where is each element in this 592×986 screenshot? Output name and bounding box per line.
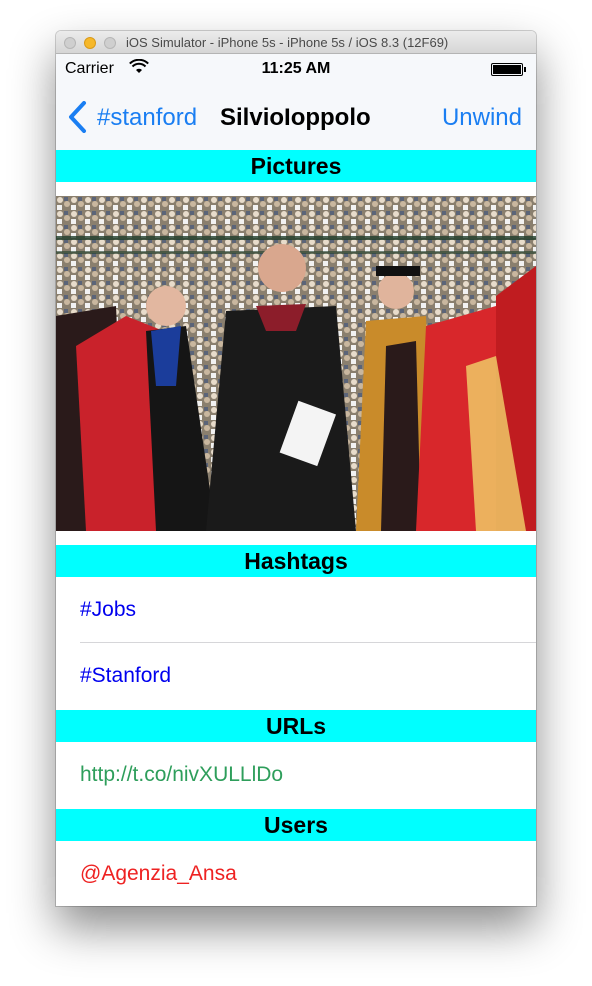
navigation-bar: #stanford SilvioIoppolo Unwind <box>56 84 536 150</box>
hashtag-text: #Jobs <box>80 598 137 621</box>
battery-icon <box>491 63 523 76</box>
close-dot[interactable] <box>64 37 76 49</box>
window-title: iOS Simulator - iPhone 5s - iPhone 5s / … <box>126 35 449 50</box>
zoom-dot[interactable] <box>104 37 116 49</box>
back-button[interactable]: #stanford <box>97 104 197 132</box>
simulator-window: iOS Simulator - iPhone 5s - iPhone 5s / … <box>56 31 536 906</box>
back-chevron-icon[interactable] <box>68 101 88 133</box>
tweet-photo[interactable] <box>56 196 536 531</box>
window-titlebar: iOS Simulator - iPhone 5s - iPhone 5s / … <box>56 31 536 54</box>
section-header-hashtags: Hashtags <box>56 545 536 577</box>
section-header-users: Users <box>56 809 536 841</box>
section-header-urls: URLs <box>56 710 536 742</box>
section-header-pictures: Pictures <box>56 150 536 182</box>
url-cell[interactable]: http://t.co/nivXULLlDo <box>56 742 536 808</box>
url-text: http://t.co/nivXULLlDo <box>80 763 284 786</box>
hashtag-cell[interactable]: #Stanford <box>56 643 536 709</box>
hashtag-cell[interactable]: #Jobs <box>56 577 536 643</box>
status-bar: Carrier 11:25 AM <box>56 54 536 84</box>
hashtag-text: #Stanford <box>80 664 172 687</box>
status-time: 11:25 AM <box>261 60 331 77</box>
page-title: SilvioIoppolo <box>220 104 371 131</box>
battery-tip <box>524 67 526 72</box>
user-cell[interactable]: @Agenzia_Ansa <box>56 841 536 906</box>
user-text: @Agenzia_Ansa <box>80 862 237 885</box>
unwind-button[interactable]: Unwind <box>442 104 522 132</box>
minimize-dot[interactable] <box>84 37 96 49</box>
graduation-photo-image <box>56 196 536 531</box>
